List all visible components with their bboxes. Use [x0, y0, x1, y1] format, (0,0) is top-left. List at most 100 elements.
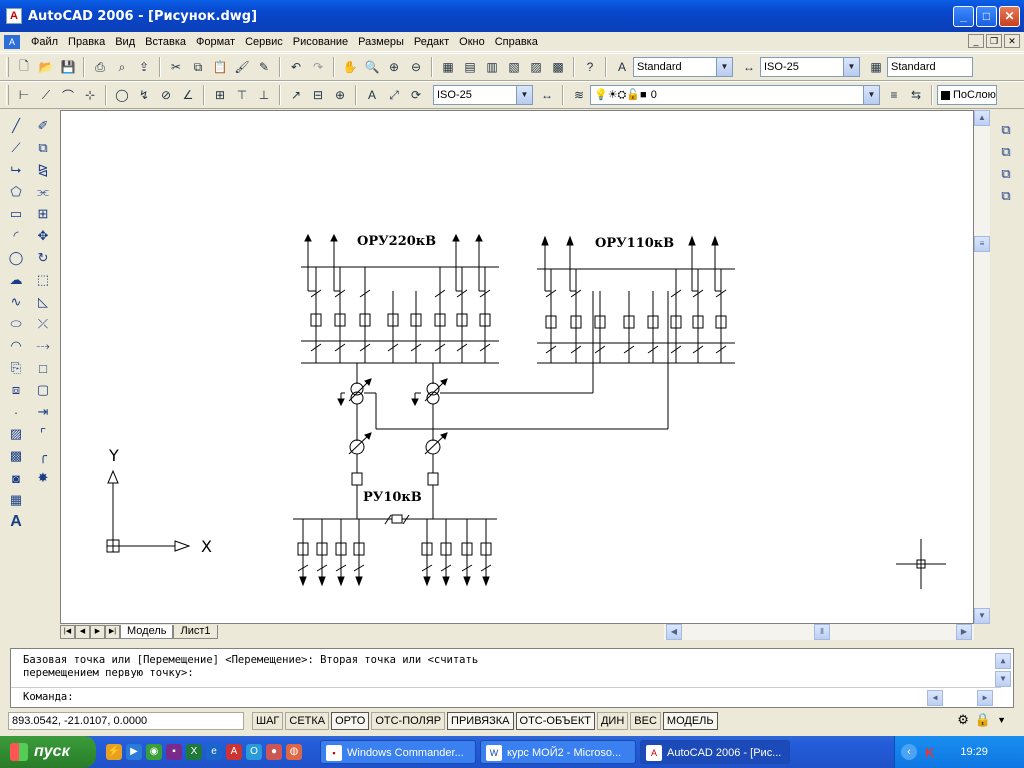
cmd-scroll-right[interactable]: ▶	[977, 690, 993, 706]
toolbar-grip[interactable]	[6, 85, 9, 105]
excel-icon[interactable]: X	[186, 744, 202, 760]
menu-tools[interactable]: Сервис	[240, 36, 288, 48]
markup-icon[interactable]: ▨	[526, 57, 546, 77]
ellipse-arc-icon[interactable]: ◠	[6, 336, 26, 356]
send-to-back-icon[interactable]: ⧉	[996, 142, 1016, 162]
new-icon[interactable]: 🗋	[14, 57, 34, 77]
linear-dim-icon[interactable]: ⊢	[14, 85, 34, 105]
table-icon[interactable]: ▦	[6, 490, 26, 510]
command-window[interactable]: Базовая точка или [Перемещение] <Перемещ…	[10, 648, 1014, 708]
firefox-icon[interactable]: ◍	[286, 744, 302, 760]
coordinates-display[interactable]: 893.0542, -21.0107, 0.0000	[8, 712, 244, 730]
menu-dimension[interactable]: Размеры	[353, 36, 409, 48]
dimtedit-icon[interactable]: ⤢	[384, 85, 404, 105]
start-button[interactable]: пуск	[0, 736, 96, 768]
polar-button[interactable]: ОТС-ПОЛЯР	[371, 712, 446, 730]
browser-icon[interactable]: ◉	[146, 744, 162, 760]
minimize-button[interactable]: _	[953, 6, 974, 27]
autocad-icon[interactable]: A	[6, 8, 22, 24]
autocad-quick-icon[interactable]: A	[226, 744, 242, 760]
calculator-icon[interactable]: ▩	[548, 57, 568, 77]
toolbar-lock-icon[interactable]: 🔒	[975, 712, 991, 728]
last-tab-button[interactable]: ▶|	[105, 625, 120, 639]
tab-model[interactable]: Модель	[120, 625, 174, 639]
tray-expand-icon[interactable]: ‹	[901, 744, 917, 760]
print-icon[interactable]: ⎙	[90, 57, 110, 77]
offset-icon[interactable]: ⫘	[33, 182, 53, 202]
task-word-document[interactable]: W курс МОЙ2 - Microso...	[480, 740, 636, 764]
close-button[interactable]: ✕	[999, 6, 1020, 27]
pan-icon[interactable]: ✋	[340, 57, 360, 77]
dim-style-manager-icon[interactable]: ↔	[537, 85, 557, 105]
copy-icon[interactable]: ⧉	[188, 57, 208, 77]
vertical-scrollbar[interactable]: ▲ ≡ ▼	[974, 110, 990, 624]
scroll-thumb-h[interactable]: ⦀	[814, 624, 830, 640]
save-disk-icon[interactable]: ▪	[166, 744, 182, 760]
tool-palettes-icon[interactable]: ▥	[482, 57, 502, 77]
table-style-icon[interactable]: ▦	[866, 57, 886, 77]
status-menu-arrow-icon[interactable]: ▼	[997, 712, 1006, 728]
radius-dim-icon[interactable]: ◯	[112, 85, 132, 105]
doc-restore-button[interactable]: ❐	[986, 34, 1002, 48]
dim-style-select-2[interactable]: ISO-25 ▼	[433, 85, 533, 105]
cmd-scroll-down[interactable]: ▼	[995, 671, 1011, 687]
leader-icon[interactable]: ↗	[286, 85, 306, 105]
save-icon[interactable]: 💾	[58, 57, 78, 77]
chamfer-icon[interactable]: ⌜	[33, 424, 53, 444]
scroll-thumb-v[interactable]: ≡	[974, 236, 990, 252]
trim-icon[interactable]: ⤫	[33, 314, 53, 334]
scroll-up-button[interactable]: ▲	[974, 110, 990, 126]
move-icon[interactable]: ✥	[33, 226, 53, 246]
tab-layout1[interactable]: Лист1	[173, 625, 218, 639]
mirror-icon[interactable]: ⧎	[33, 160, 53, 180]
dimedit-icon[interactable]: A	[362, 85, 382, 105]
publish-icon[interactable]: ⇪	[134, 57, 154, 77]
layer-select[interactable]: 💡☀⛭🔓■ 0 ▼	[590, 85, 880, 105]
quick-launch-icon[interactable]: ⚡	[106, 744, 122, 760]
fillet-icon[interactable]: ╭	[33, 446, 53, 466]
arc-length-icon[interactable]: ⌒	[58, 85, 78, 105]
undo-icon[interactable]: ↶	[286, 57, 306, 77]
match-properties-icon[interactable]: 🖌	[232, 57, 252, 77]
break-icon[interactable]: ▢	[33, 380, 53, 400]
multiline-text-icon[interactable]: A	[6, 512, 26, 532]
zoom-realtime-icon[interactable]: 🔍	[362, 57, 382, 77]
stretch-icon[interactable]: ◺	[33, 292, 53, 312]
zoom-window-icon[interactable]: ⊕	[384, 57, 404, 77]
baseline-dim-icon[interactable]: ⊤	[232, 85, 252, 105]
help-icon[interactable]: ?	[580, 57, 600, 77]
dim-style-select[interactable]: ISO-25 ▼	[760, 57, 860, 77]
spline-icon[interactable]: ∿	[6, 292, 26, 312]
opera-icon[interactable]: O	[246, 744, 262, 760]
horizontal-scrollbar[interactable]: ◀ ⦀ ▶	[664, 624, 974, 640]
construction-line-icon[interactable]: ⟋	[6, 138, 26, 158]
zoom-previous-icon[interactable]: ⊖	[406, 57, 426, 77]
menu-draw[interactable]: Рисование	[288, 36, 353, 48]
scroll-down-button[interactable]: ▼	[974, 608, 990, 624]
send-under-icon[interactable]: ⧉	[996, 186, 1016, 206]
bring-to-front-icon[interactable]: ⧉	[996, 120, 1016, 140]
grid-button[interactable]: СЕТКА	[285, 712, 330, 730]
menu-edit[interactable]: Правка	[63, 36, 110, 48]
menu-help[interactable]: Справка	[490, 36, 543, 48]
properties-icon[interactable]: ▦	[438, 57, 458, 77]
region-icon[interactable]: ◙	[6, 468, 26, 488]
next-tab-button[interactable]: ▶	[90, 625, 105, 639]
osnap-button[interactable]: ПРИВЯЗКА	[447, 712, 514, 730]
scale-icon[interactable]: ⬚	[33, 270, 53, 290]
circle-icon[interactable]: ◯	[6, 248, 26, 268]
polyline-icon[interactable]: ⮡	[6, 160, 26, 180]
angular-dim-icon[interactable]: ∠	[178, 85, 198, 105]
break-at-point-icon[interactable]: □	[33, 358, 53, 378]
arc-icon[interactable]: ◜	[6, 226, 26, 246]
lwt-button[interactable]: ВЕС	[630, 712, 661, 730]
cmd-scroll-left[interactable]: ◀	[927, 690, 943, 706]
table-style-select[interactable]: Standard	[887, 57, 973, 77]
menu-format[interactable]: Формат	[191, 36, 240, 48]
doc-minimize-button[interactable]: _	[968, 34, 984, 48]
media-player-icon[interactable]: ▶	[126, 744, 142, 760]
continue-dim-icon[interactable]: ⊥	[254, 85, 274, 105]
task-autocad[interactable]: A AutoCAD 2006 - [Рис...	[640, 740, 790, 764]
join-icon[interactable]: ⇥	[33, 402, 53, 422]
menu-file[interactable]: Файл	[26, 36, 63, 48]
